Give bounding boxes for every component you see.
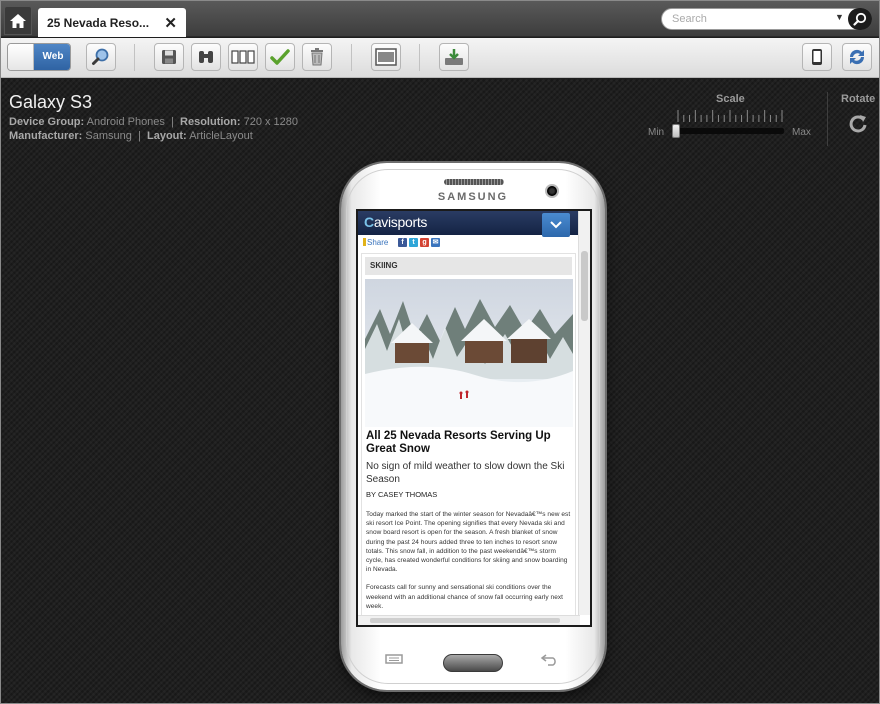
article-subhead: No sign of mild weather to slow down the… bbox=[366, 461, 565, 485]
scale-slider-track[interactable] bbox=[676, 128, 784, 134]
sync-button[interactable] bbox=[842, 43, 872, 71]
article-headline: All 25 Nevada Resorts Serving Up Great S… bbox=[366, 430, 551, 455]
web-toggle[interactable]: Web bbox=[7, 43, 71, 71]
import-button[interactable] bbox=[439, 43, 469, 71]
toolbar-divider bbox=[134, 44, 135, 71]
save-button[interactable] bbox=[154, 43, 184, 71]
scale-label: Scale bbox=[716, 93, 745, 105]
rotate-button[interactable] bbox=[848, 114, 868, 134]
phone-mockup: SAMSUNG Cavisports Share f t g ✉ SKIING bbox=[341, 163, 605, 690]
scale-ticks bbox=[677, 110, 783, 122]
close-icon[interactable]: ✕ bbox=[164, 14, 177, 32]
web-toggle-label: Web bbox=[34, 44, 70, 70]
logo-text: avisports bbox=[373, 214, 428, 230]
phone-screen: Cavisports Share f t g ✉ SKIING All 25 N… bbox=[356, 209, 592, 627]
rotate-icon bbox=[849, 115, 867, 133]
zoom-button[interactable] bbox=[86, 43, 116, 71]
toolbar-divider bbox=[351, 44, 352, 71]
device-icon bbox=[812, 49, 822, 65]
manufacturer-value: Samsung bbox=[85, 130, 132, 142]
device-group-label: Device Group: bbox=[9, 116, 85, 128]
menu-button[interactable] bbox=[542, 213, 570, 237]
scale-max-label: Max bbox=[792, 127, 811, 138]
email-icon[interactable]: ✉ bbox=[431, 238, 440, 247]
back-key-icon[interactable] bbox=[540, 652, 560, 666]
import-icon bbox=[445, 49, 463, 65]
facebook-icon[interactable]: f bbox=[398, 238, 407, 247]
article-byline: BY CASEY THOMAS bbox=[366, 490, 438, 499]
menu-key-icon[interactable] bbox=[384, 653, 404, 665]
separator: | bbox=[171, 116, 174, 128]
phone-brand: SAMSUNG bbox=[437, 191, 509, 203]
tab-article[interactable]: 25 Nevada Reso... ✕ bbox=[38, 8, 186, 37]
scrollbar-thumb[interactable] bbox=[370, 618, 560, 623]
share-link[interactable]: Share bbox=[363, 238, 388, 250]
scrollbar-thumb[interactable] bbox=[581, 251, 588, 321]
layout-value: ArticleLayout bbox=[189, 130, 253, 142]
toolbar-divider bbox=[419, 44, 420, 71]
device-group-value: Android Phones bbox=[86, 116, 165, 128]
device-title: Galaxy S3 bbox=[9, 92, 93, 112]
toggle-knob bbox=[8, 44, 34, 70]
horizontal-scrollbar[interactable] bbox=[358, 615, 580, 625]
device-info-line-2: Manufacturer: Samsung | Layout: ArticleL… bbox=[9, 130, 253, 142]
chevron-down-icon[interactable]: ▼ bbox=[835, 12, 844, 22]
binoculars-icon bbox=[199, 51, 213, 63]
share-icon bbox=[363, 238, 366, 246]
resolution-label: Resolution: bbox=[180, 116, 241, 128]
binoculars-button[interactable] bbox=[191, 43, 221, 71]
tab-title: 25 Nevada Reso... bbox=[47, 16, 150, 30]
home-icon bbox=[10, 13, 26, 28]
scale-slider-thumb[interactable] bbox=[672, 124, 680, 138]
article-body: Today marked the start of the winter sea… bbox=[366, 510, 574, 620]
manufacturer-label: Manufacturer: bbox=[9, 130, 83, 142]
layout-button[interactable] bbox=[228, 43, 258, 71]
sync-icon bbox=[849, 49, 865, 65]
article: SKIING All 25 Nevada Resorts Serving Up … bbox=[361, 253, 576, 623]
search-box: ▼ bbox=[661, 8, 872, 30]
search-input[interactable] bbox=[672, 13, 822, 25]
layout-icon bbox=[231, 50, 255, 64]
frame-button[interactable] bbox=[371, 43, 401, 71]
category-label: SKIING bbox=[365, 257, 572, 275]
google-plus-icon[interactable]: g bbox=[420, 238, 429, 247]
home-button[interactable] bbox=[4, 6, 32, 35]
share-label: Share bbox=[367, 238, 389, 247]
speaker-grille bbox=[444, 179, 504, 185]
site-logo[interactable]: Cavisports bbox=[364, 214, 427, 230]
toolbar: Web bbox=[0, 38, 880, 78]
trash-icon bbox=[311, 48, 323, 66]
divider bbox=[827, 92, 828, 146]
logo-mark: C bbox=[364, 214, 374, 230]
rotate-label: Rotate bbox=[841, 93, 876, 105]
resolution-value: 720 x 1280 bbox=[243, 116, 299, 128]
tab-bar: 25 Nevada Reso... ✕ ▼ bbox=[0, 0, 880, 37]
save-icon bbox=[162, 50, 176, 64]
vertical-scrollbar[interactable] bbox=[578, 211, 590, 615]
home-key[interactable] bbox=[443, 654, 503, 672]
approve-button[interactable] bbox=[265, 43, 295, 71]
device-info-line-1: Device Group: Android Phones | Resolutio… bbox=[9, 116, 298, 128]
zoom-icon bbox=[92, 48, 109, 65]
separator: | bbox=[138, 130, 141, 142]
device-button[interactable] bbox=[802, 43, 832, 71]
camera-icon bbox=[545, 184, 559, 198]
article-paragraph: Today marked the start of the winter sea… bbox=[366, 511, 571, 574]
checkmark-icon bbox=[270, 49, 290, 65]
article-paragraph: Forecasts call for sunny and sensational… bbox=[366, 584, 564, 610]
site-header: Cavisports bbox=[358, 211, 580, 237]
search-icon bbox=[853, 12, 867, 26]
delete-button[interactable] bbox=[302, 43, 332, 71]
search-button[interactable] bbox=[848, 8, 872, 30]
chevron-down-icon bbox=[550, 221, 562, 229]
twitter-icon[interactable]: t bbox=[409, 238, 418, 247]
layout-label: Layout: bbox=[147, 130, 187, 142]
scale-min-label: Min bbox=[648, 127, 665, 138]
article-hero-image bbox=[365, 279, 573, 427]
frame-icon bbox=[375, 48, 397, 66]
